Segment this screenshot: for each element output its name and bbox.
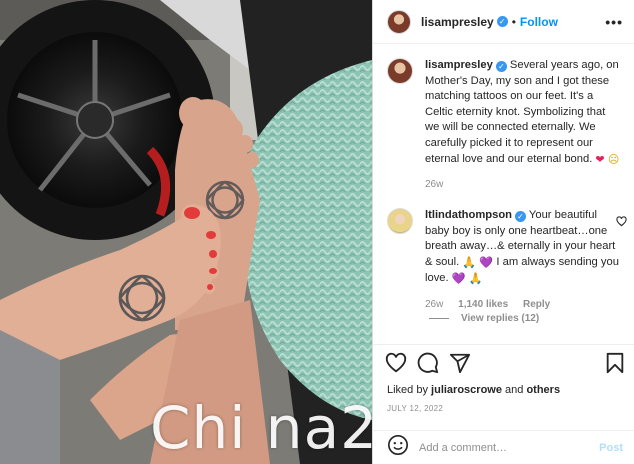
follow-button[interactable]: Follow [520,15,558,29]
caption-time[interactable]: 26w [425,179,443,190]
sad-face-emoji: ☹ [607,153,620,166]
header-separator: • [511,14,516,29]
view-replies-label: View replies (12) [461,313,540,324]
caption-username[interactable]: lisampresley [425,59,493,71]
post-button[interactable]: Post [599,442,623,454]
avatar[interactable] [387,208,413,234]
view-replies-button[interactable]: View replies (12) [429,313,539,324]
pray-emoji: 🙏 [462,256,477,269]
verified-icon: ✓ [515,211,527,222]
verified-icon: ✓ [496,16,508,27]
avatar[interactable] [387,58,413,84]
comment-likes[interactable]: 1,140 likes [458,299,508,310]
likes-prefix: Liked by [387,384,428,396]
share-icon[interactable] [449,352,471,379]
bookmark-icon[interactable] [605,352,625,379]
comment-item: ltlindathompson ✓ Your beautiful baby boy… [387,208,627,313]
purple-heart-emoji: 💜 [451,273,466,286]
verified-icon: ✓ [495,61,507,72]
post-header: lisampresley ✓ • Follow ••• [373,0,634,44]
likes-summary: Liked by juliaroscrowe and others [387,384,560,396]
post-sidebar: lisampresley ✓ • Follow ••• lisampresley… [372,0,634,464]
comment-username[interactable]: ltlindathompson [425,209,512,221]
reply-button[interactable]: Reply [523,299,550,310]
add-comment-bar: Post [373,430,634,464]
likes-user[interactable]: juliaroscrowe [431,384,502,396]
likes-joiner: and [505,384,524,396]
watermark-text: Chi na2 [150,394,372,462]
post-photo[interactable]: Chi na2 [0,0,372,464]
post-date[interactable]: JULY 12, 2022 [387,404,443,413]
comment-icon[interactable] [417,352,439,379]
comments-list[interactable]: lisampresley ✓ Several years ago, on Moth… [373,44,634,344]
comment-time[interactable]: 26w [425,299,443,310]
caption-item: lisampresley ✓ Several years ago, on Moth… [387,58,627,193]
divider [429,318,449,319]
purple-heart-emoji: 💜 [479,256,494,269]
heart-icon[interactable] [385,352,407,379]
comment-input[interactable] [419,441,589,454]
action-bar [373,344,634,380]
heart-emoji: ❤ [595,153,605,166]
avatar[interactable] [387,9,411,34]
smiley-icon[interactable] [387,434,409,461]
caption-text: Several years ago, on Mother's Day, my s… [425,59,619,165]
more-icon[interactable]: ••• [605,14,623,30]
likes-others[interactable]: others [526,384,560,396]
header-username[interactable]: lisampresley [421,15,494,29]
comment-like-heart-icon[interactable] [616,216,627,230]
pray-emoji: 🙏 [468,273,483,286]
